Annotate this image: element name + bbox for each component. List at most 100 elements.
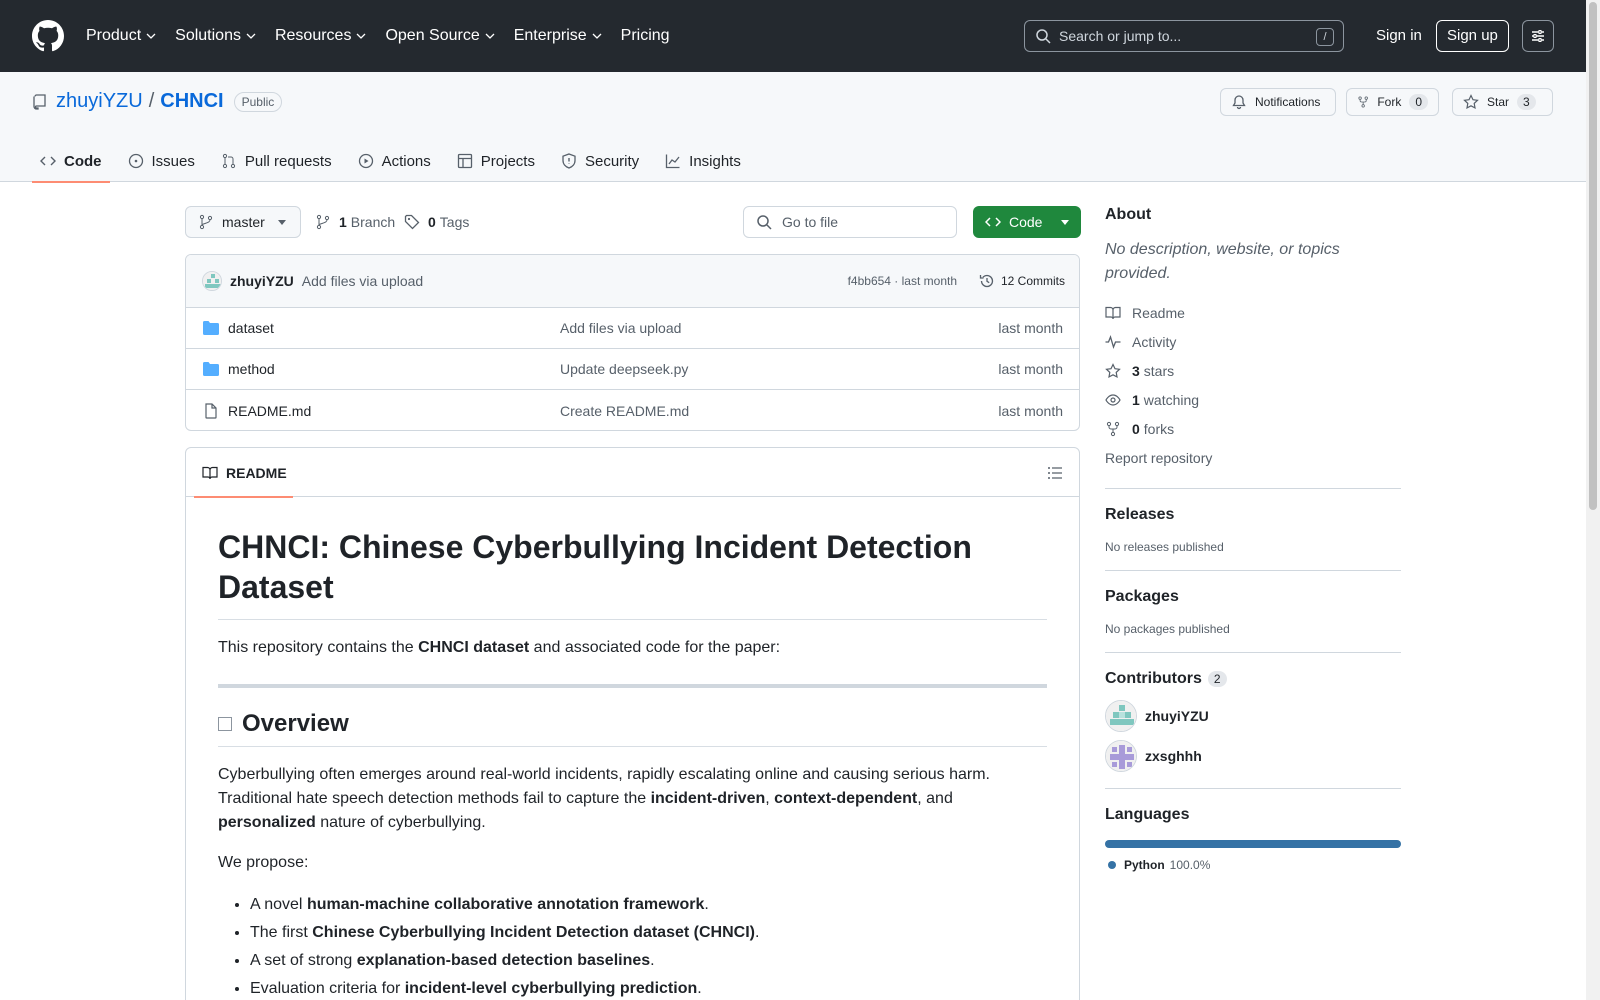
code-dropdown-button[interactable]: Code	[973, 206, 1081, 238]
nav-solutions[interactable]: Solutions	[175, 16, 257, 56]
avatar[interactable]	[202, 271, 222, 291]
repo-owner-link[interactable]: zhuyiYZU	[56, 90, 143, 113]
menu-button[interactable]	[1522, 20, 1554, 52]
text-bold: explanation-based detection baselines	[356, 952, 651, 969]
search-placeholder: Search or jump to...	[1059, 28, 1182, 44]
file-browser: zhuyiYZU Add files via upload f4bb654 · …	[185, 254, 1080, 431]
packages-heading[interactable]: Packages	[1105, 588, 1401, 606]
contributor-item[interactable]: zxsghhh	[1105, 740, 1401, 772]
branches-link[interactable]: 1 Branch	[315, 206, 395, 238]
notifications-button[interactable]: Notifications	[1220, 88, 1336, 116]
readme-link[interactable]: Readme	[1105, 298, 1401, 327]
watching-label: watching	[1143, 391, 1200, 408]
nav-product[interactable]: Product	[86, 16, 157, 56]
activity-link[interactable]: Activity	[1105, 327, 1401, 356]
code-button-label: Code	[1009, 214, 1043, 230]
nav-resources[interactable]: Resources	[275, 16, 367, 56]
avatar[interactable]	[1105, 740, 1137, 772]
nav-label: Product	[86, 27, 142, 44]
text-bold: personalized	[218, 814, 316, 831]
branch-toolbar: master 1 Branch 0 Tags Go to file Code	[185, 206, 1081, 238]
go-to-file-input[interactable]: Go to file	[743, 206, 957, 238]
chevron-down-icon	[246, 33, 256, 39]
nav-label: Solutions	[175, 27, 241, 44]
file-row[interactable]: dataset Add files via upload last month	[186, 308, 1079, 349]
avatar[interactable]	[1105, 700, 1137, 732]
file-date: last month	[998, 361, 1063, 377]
report-repository-link[interactable]: Report repository	[1105, 443, 1401, 472]
overview-paragraph: Cyberbullying often emerges around real-…	[218, 763, 1047, 835]
list-item: A set of strong explanation-based detect…	[250, 947, 1047, 975]
global-search-input[interactable]: Search or jump to... /	[1024, 20, 1344, 52]
commits-history-link[interactable]: 12 Commits	[979, 273, 1065, 289]
repo-separator: /	[148, 90, 155, 112]
repo-name-link[interactable]: CHNCI	[160, 90, 223, 113]
text-bold: incident-level cyberbullying prediction	[404, 980, 698, 997]
play-icon	[358, 153, 373, 169]
nav-pricing[interactable]: Pricing	[621, 16, 670, 56]
file-name-link[interactable]: method	[228, 361, 275, 377]
branch-name: master	[222, 214, 265, 230]
file-row[interactable]: method Update deepseek.py last month	[186, 349, 1079, 390]
tab-security[interactable]: Security	[553, 140, 647, 182]
history-icon	[979, 274, 994, 288]
forks-count: 0	[1132, 420, 1140, 437]
readme-tab-label: README	[226, 464, 287, 481]
visibility-badge: Public	[233, 91, 283, 112]
contributor-name: zhuyiYZU	[1145, 708, 1209, 724]
file-name-link[interactable]: README.md	[228, 403, 311, 419]
star-icon	[1463, 94, 1479, 110]
releases-heading[interactable]: Releases	[1105, 506, 1401, 524]
tags-link[interactable]: 0 Tags	[404, 206, 469, 238]
pulse-icon	[1105, 334, 1121, 349]
tab-pull-requests[interactable]: Pull requests	[213, 140, 340, 182]
text-bold: Chinese Cyberbullying Incident Detection…	[312, 924, 755, 941]
repo-tabs: Code Issues Pull requests Actions Projec…	[32, 140, 759, 183]
forks-link[interactable]: 0 forks	[1105, 414, 1401, 443]
nav-enterprise[interactable]: Enterprise	[514, 16, 603, 56]
nav-open-source[interactable]: Open Source	[385, 16, 495, 56]
fork-button[interactable]: Fork 0	[1346, 88, 1439, 116]
sign-up-button[interactable]: Sign up	[1436, 20, 1509, 52]
branch-select-button[interactable]: master	[185, 206, 301, 238]
list-unordered-icon[interactable]	[1047, 465, 1063, 481]
language-bar	[1105, 840, 1401, 848]
watching-link[interactable]: 1 watching	[1105, 385, 1401, 414]
divider	[218, 684, 1047, 688]
tag-label: Tags	[439, 214, 470, 230]
commit-author-link[interactable]: zhuyiYZU	[230, 273, 294, 289]
tab-insights[interactable]: Insights	[657, 140, 749, 182]
stars-link[interactable]: 3 stars	[1105, 356, 1401, 385]
list-item: A novel human-machine collaborative anno…	[250, 891, 1047, 919]
stars-label: stars	[1143, 362, 1175, 379]
branch-label: Branch	[350, 214, 396, 230]
contributor-item[interactable]: zhuyiYZU	[1105, 700, 1401, 732]
sign-in-link[interactable]: Sign in	[1368, 22, 1430, 49]
shield-icon	[562, 153, 576, 169]
commit-hash-date[interactable]: f4bb654 · last month	[848, 274, 957, 288]
branch-icon	[199, 214, 213, 230]
identicon-icon	[1106, 701, 1136, 731]
book-icon	[1105, 306, 1121, 319]
commit-message-link[interactable]: Add files via upload	[302, 273, 423, 289]
star-button[interactable]: Star 3	[1452, 88, 1553, 116]
readme-tab[interactable]: README	[194, 448, 293, 498]
file-commit-message[interactable]: Add files via upload	[560, 320, 681, 336]
folder-icon	[203, 321, 219, 335]
text: The first	[250, 924, 313, 941]
tab-issues[interactable]: Issues	[120, 140, 203, 182]
contributors-heading[interactable]: Contributors 2	[1105, 670, 1401, 688]
tab-actions[interactable]: Actions	[350, 140, 439, 182]
file-commit-message[interactable]: Update deepseek.py	[560, 361, 688, 377]
tab-projects[interactable]: Projects	[449, 140, 543, 182]
scrollbar-thumb[interactable]	[1589, 2, 1597, 510]
go-to-file-placeholder: Go to file	[782, 214, 839, 230]
language-item[interactable]: Python 100.0%	[1105, 858, 1401, 872]
file-row[interactable]: README.md Create README.md last month	[186, 390, 1079, 430]
tab-code[interactable]: Code	[32, 140, 110, 183]
about-description: No description, website, or topics provi…	[1105, 241, 1340, 282]
file-name-link[interactable]: dataset	[228, 320, 274, 336]
github-logo-icon[interactable]	[32, 20, 64, 52]
page-scrollbar[interactable]	[1586, 0, 1600, 1000]
file-commit-message[interactable]: Create README.md	[560, 403, 689, 419]
